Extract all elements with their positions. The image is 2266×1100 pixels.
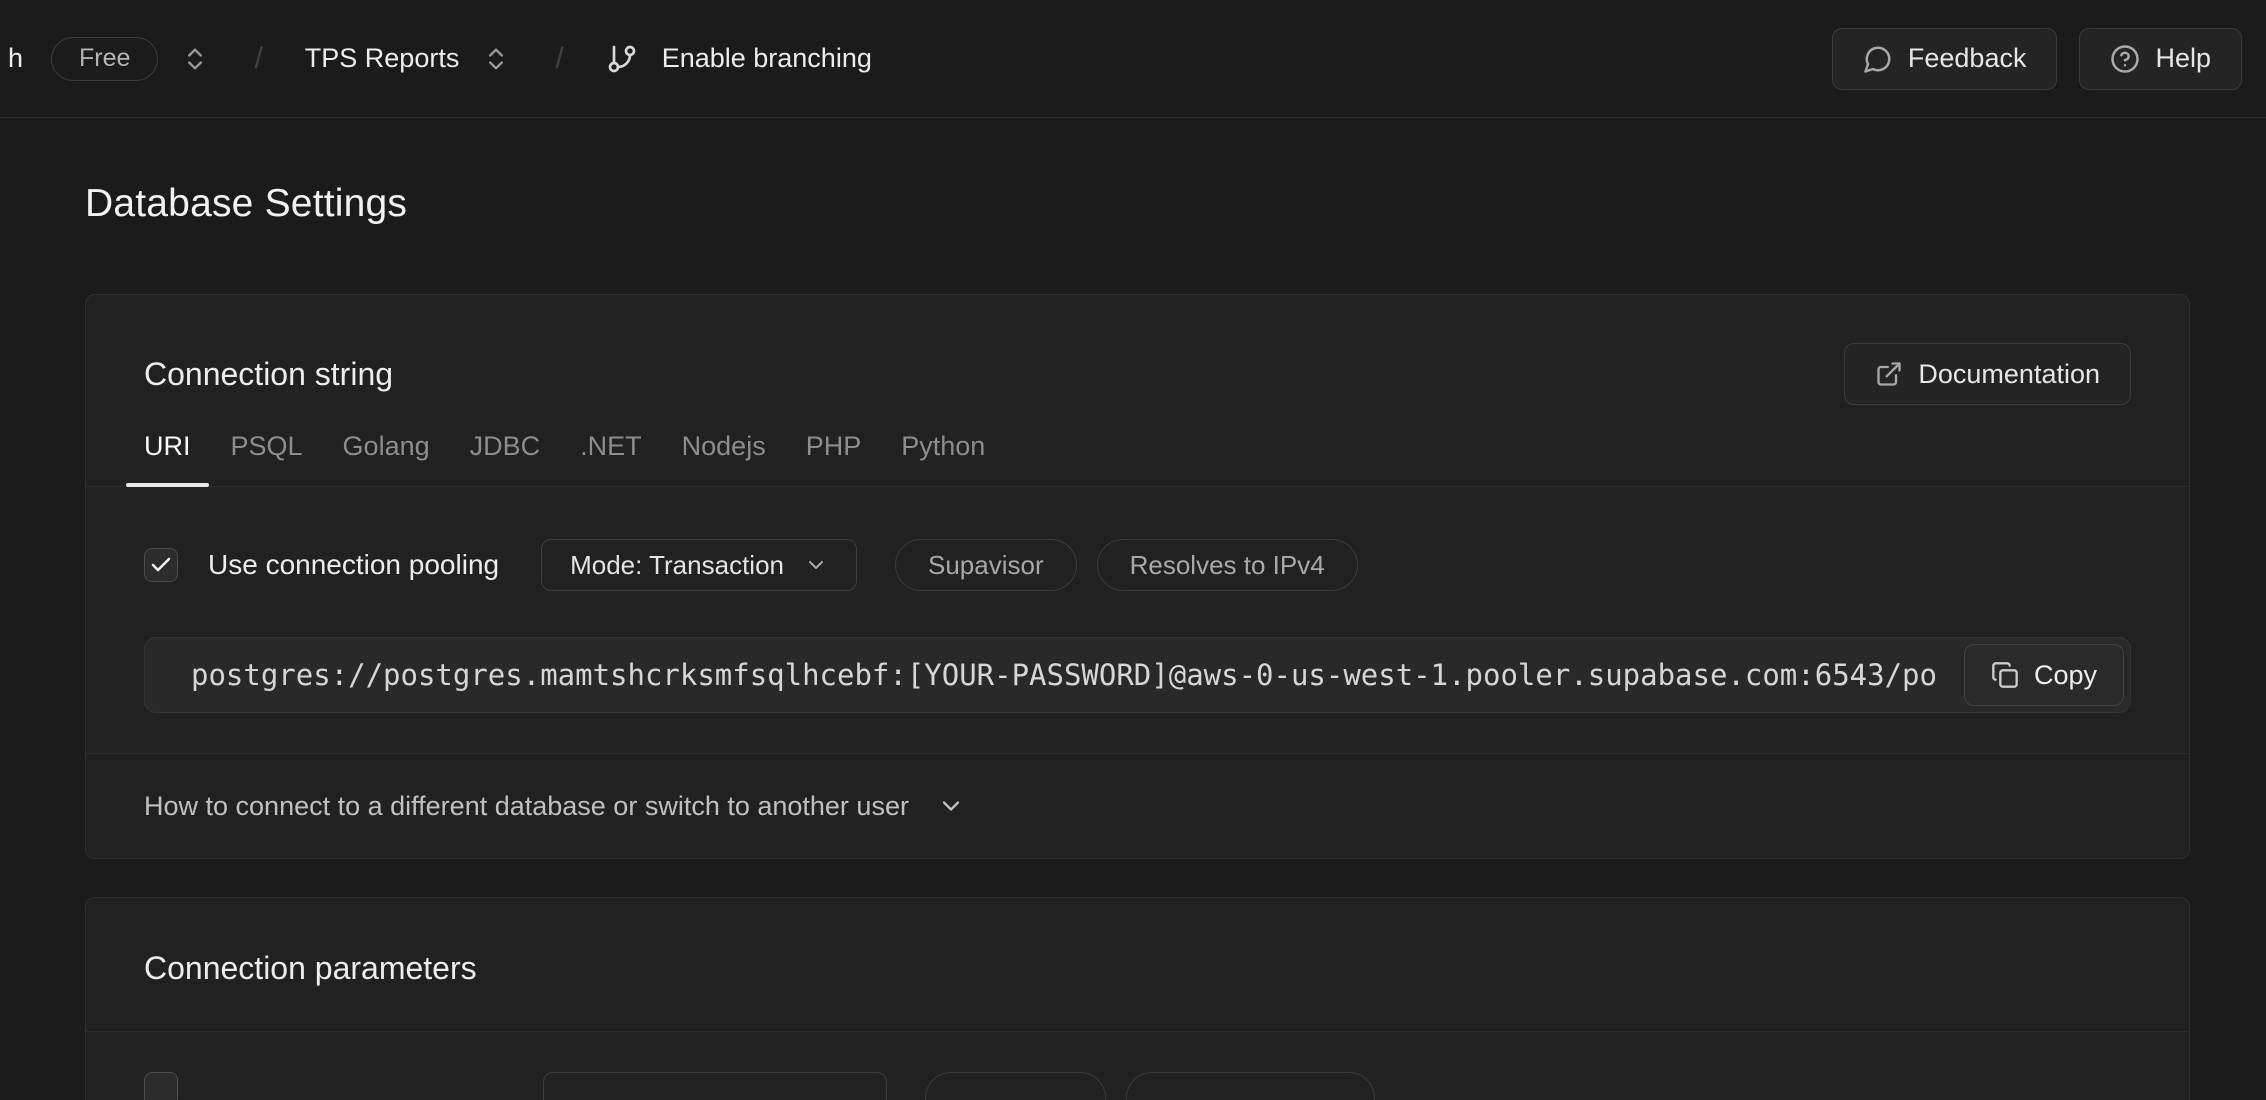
tab-psql[interactable]: PSQL (213, 431, 321, 486)
tab-jdbc[interactable]: JDBC (452, 431, 559, 486)
enable-branching-button[interactable]: Enable branching (606, 43, 872, 75)
tab-uri[interactable]: URI (126, 431, 209, 486)
connection-parameters-title: Connection parameters (144, 950, 2131, 987)
connection-parameters-label-cutoff (358, 1072, 503, 1100)
message-bubble-icon (1863, 44, 1893, 74)
connection-pooling-row: Use connection pooling Mode: Transaction… (86, 539, 2189, 591)
git-branch-icon (606, 43, 638, 75)
tab-python[interactable]: Python (883, 431, 1003, 486)
chevron-down-icon (937, 792, 965, 820)
chevrons-up-down-icon (482, 45, 510, 73)
tab-php[interactable]: PHP (788, 431, 880, 486)
help-button[interactable]: Help (2079, 28, 2242, 90)
connection-string-value: postgres://postgres.mamtshcrksmfsqlhcebf… (191, 658, 1937, 692)
pooling-mode-value: Mode: Transaction (570, 550, 784, 581)
connection-parameters-mode-select[interactable] (543, 1072, 887, 1100)
tab-dotnet[interactable]: .NET (562, 431, 660, 486)
main-content: Database Settings Connection string Docu… (0, 182, 2266, 1100)
breadcrumb: h Free / TPS Reports / Enable branching (8, 37, 872, 81)
check-icon (149, 553, 173, 577)
help-label: Help (2155, 43, 2211, 74)
feedback-button[interactable]: Feedback (1832, 28, 2058, 90)
project-switcher-button[interactable] (479, 42, 513, 76)
feedback-label: Feedback (1908, 43, 2027, 74)
connection-string-input[interactable]: postgres://postgres.mamtshcrksmfsqlhcebf… (144, 637, 2131, 713)
use-connection-pooling-label: Use connection pooling (208, 549, 499, 581)
project-name[interactable]: TPS Reports (305, 43, 460, 74)
how-to-connect-label: How to connect to a different database o… (144, 791, 909, 822)
connection-parameters-card-header: Connection parameters (86, 898, 2189, 1032)
connection-parameters-card: Connection parameters (85, 897, 2190, 1100)
pooling-mode-select[interactable]: Mode: Transaction (541, 539, 857, 591)
documentation-button[interactable]: Documentation (1844, 343, 2131, 405)
connection-parameters-badge-1 (925, 1072, 1106, 1100)
topbar-actions: Feedback Help (1832, 28, 2242, 90)
enable-branching-label: Enable branching (662, 43, 872, 74)
connection-uri-row: postgres://postgres.mamtshcrksmfsqlhcebf… (144, 637, 2131, 713)
connection-parameters-row-partial (86, 1032, 2189, 1100)
connection-parameters-badge-2 (1126, 1072, 1375, 1100)
documentation-label: Documentation (1918, 359, 2100, 390)
supavisor-badge: Supavisor (895, 539, 1077, 591)
tab-nodejs[interactable]: Nodejs (664, 431, 784, 486)
connection-string-card: Connection string Documentation URI PSQL… (85, 294, 2190, 859)
plan-badge[interactable]: Free (51, 37, 158, 81)
external-link-icon (1875, 360, 1903, 388)
chevrons-up-down-icon (181, 45, 209, 73)
connection-string-tabs: URI PSQL Golang JDBC .NET Nodejs PHP Pyt… (86, 431, 2189, 487)
copy-icon (1991, 661, 2019, 689)
org-switcher-button[interactable] (178, 42, 212, 76)
breadcrumb-separator: / (555, 42, 563, 76)
chevron-down-icon (804, 553, 828, 577)
connection-string-card-header: Connection string Documentation (86, 295, 2189, 405)
resolves-to-ipv4-badge: Resolves to IPv4 (1097, 539, 1358, 591)
use-connection-pooling-checkbox[interactable] (144, 548, 178, 582)
connection-string-title: Connection string (144, 356, 393, 393)
page-title: Database Settings (85, 182, 2190, 226)
help-circle-icon (2110, 44, 2140, 74)
app-root: h Free / TPS Reports / Enable branching (0, 0, 2266, 1100)
breadcrumb-separator: / (254, 42, 262, 76)
tab-golang[interactable]: Golang (325, 431, 448, 486)
how-to-connect-expander[interactable]: How to connect to a different database o… (86, 753, 2189, 858)
org-name-truncated[interactable]: h (8, 43, 23, 74)
copy-button[interactable]: Copy (1964, 644, 2124, 706)
connection-parameters-checkbox[interactable] (144, 1072, 178, 1100)
top-navigation-bar: h Free / TPS Reports / Enable branching (0, 0, 2266, 118)
copy-label: Copy (2034, 660, 2097, 691)
